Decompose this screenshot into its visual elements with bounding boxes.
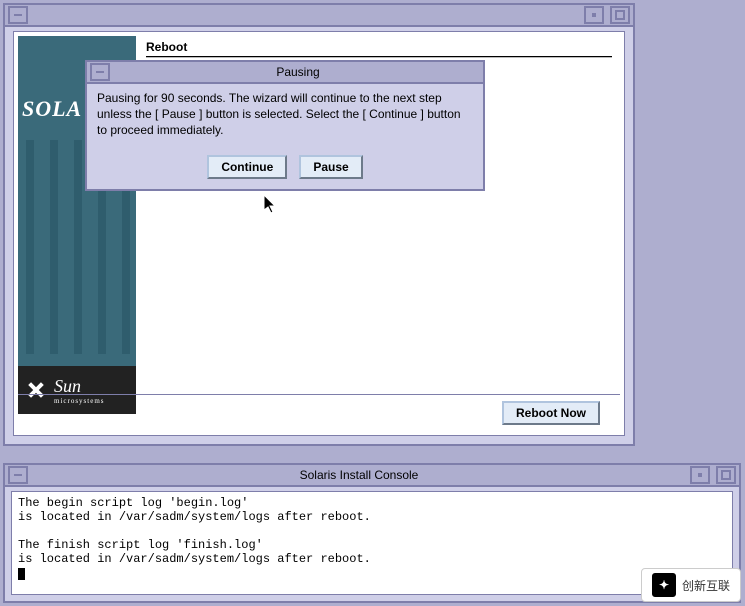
page-title-rule — [146, 56, 612, 58]
text-caret-icon — [18, 568, 25, 580]
page-title: Reboot — [146, 40, 187, 54]
reboot-now-button[interactable]: Reboot Now — [502, 401, 600, 425]
console-window: Solaris Install Console The begin script… — [3, 463, 741, 603]
solaris-wordmark: SOLA — [22, 96, 82, 122]
pausing-titlebar[interactable]: Pausing — [87, 62, 483, 84]
pausing-button-row: Continue Pause — [87, 151, 483, 189]
window-menu-icon[interactable] — [90, 63, 110, 81]
window-menu-icon[interactable] — [8, 6, 28, 24]
footer-bar: Reboot Now — [18, 394, 620, 431]
pausing-message: Pausing for 90 seconds. The wizard will … — [87, 84, 483, 151]
minimize-icon[interactable] — [690, 466, 710, 484]
watermark-logo-icon: ✦ — [652, 573, 676, 597]
console-title: Solaris Install Console — [31, 468, 687, 482]
maximize-icon[interactable] — [716, 466, 736, 484]
pausing-title: Pausing — [113, 65, 483, 79]
continue-button[interactable]: Continue — [207, 155, 287, 179]
maximize-icon[interactable] — [610, 6, 630, 24]
console-titlebar[interactable]: Solaris Install Console — [5, 465, 739, 487]
watermark-badge: ✦ 创新互联 — [641, 568, 741, 602]
console-output: The begin script log 'begin.log' is loca… — [11, 491, 733, 595]
watermark-text: 创新互联 — [682, 577, 730, 594]
pause-button[interactable]: Pause — [299, 155, 362, 179]
pausing-dialog: Pausing Pausing for 90 seconds. The wiza… — [85, 60, 485, 191]
installer-titlebar[interactable] — [5, 5, 633, 27]
sun-logo-text: Sun — [54, 376, 81, 396]
window-menu-icon[interactable] — [8, 466, 28, 484]
minimize-icon[interactable] — [584, 6, 604, 24]
